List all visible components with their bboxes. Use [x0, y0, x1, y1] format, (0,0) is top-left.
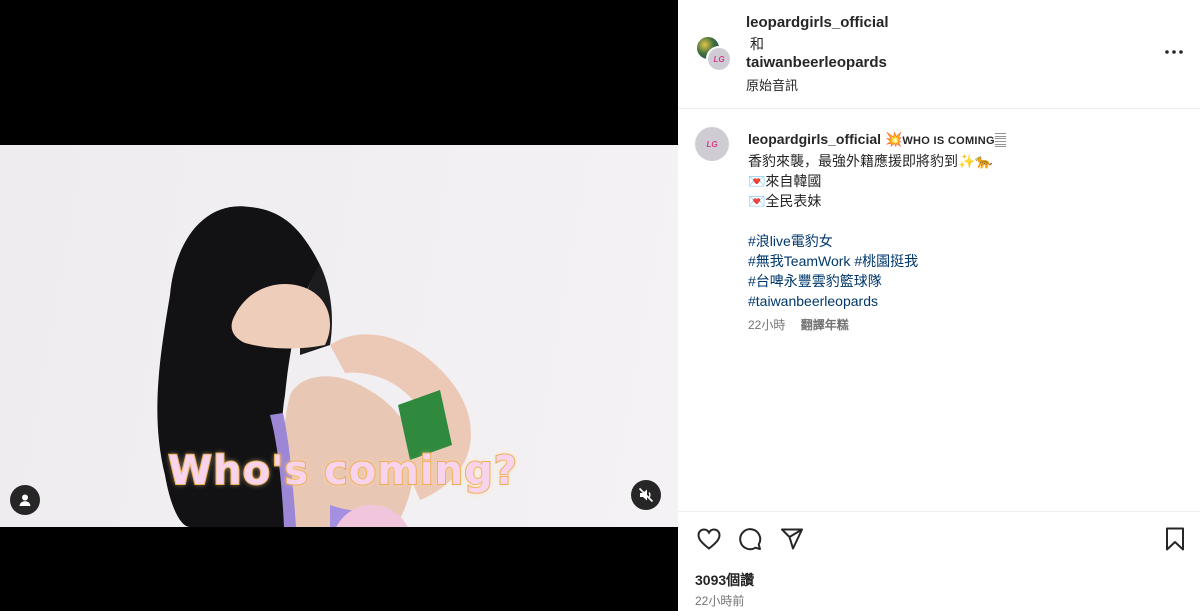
- headline-emoji: 💥: [884, 131, 903, 147]
- header-username-1[interactable]: leopardgirls_official: [746, 14, 889, 31]
- share-button[interactable]: [778, 525, 806, 553]
- post-actions: 3093個讚 22小時前: [678, 511, 1200, 611]
- header-and-text: 和: [750, 36, 764, 52]
- mute-button[interactable]: [631, 480, 661, 510]
- comment-button[interactable]: [736, 525, 764, 553]
- caption-body: leopardgirls_official 💥WHO IS COMING𝄛 香豹…: [748, 129, 1188, 335]
- heart-icon: [697, 528, 721, 550]
- caption-meta: 22小時 翻譯年糕: [748, 315, 1188, 335]
- hashtag-link[interactable]: #taiwanbeerleopards: [748, 291, 1188, 311]
- hashtag-link[interactable]: #無我TeamWork #桃園挺我: [748, 251, 1188, 271]
- avatar[interactable]: LG: [706, 46, 732, 72]
- like-button[interactable]: [695, 525, 723, 553]
- translate-link[interactable]: 翻譯年糕: [801, 318, 849, 332]
- header-username-2[interactable]: taiwanbeerleopards: [746, 54, 887, 71]
- user-icon: [19, 494, 31, 506]
- caption-line: 💌來自韓國: [748, 173, 822, 189]
- video-frame[interactable]: Who's coming?: [0, 145, 678, 527]
- tagged-users-button[interactable]: [10, 485, 40, 515]
- more-icon: [1165, 50, 1183, 54]
- save-button[interactable]: [1161, 525, 1189, 553]
- post-age: 22小時: [748, 318, 786, 332]
- avatar-logo: LG: [713, 54, 725, 64]
- caption-username[interactable]: leopardgirls_official: [748, 131, 881, 147]
- post-header: LG leopardgirls_official 和 taiwanbeerleo…: [678, 0, 1200, 109]
- headline-end-glyph: 𝄛: [994, 131, 1007, 147]
- bookmark-icon: [1166, 527, 1184, 551]
- collab-avatars[interactable]: LG: [695, 35, 735, 75]
- more-options-button[interactable]: [1162, 40, 1186, 64]
- hashtag-link[interactable]: #台啤永豐雲豹籃球隊: [748, 271, 1188, 291]
- video-player[interactable]: Who's coming?: [0, 0, 678, 611]
- muted-speaker-icon: [638, 487, 654, 503]
- comment-icon: [739, 528, 762, 551]
- hashtag-link[interactable]: #浪live電豹女: [748, 231, 1188, 251]
- avatar-logo: LG: [706, 139, 718, 149]
- likes-count[interactable]: 3093個讚: [695, 570, 754, 590]
- send-icon: [781, 528, 803, 550]
- avatar[interactable]: LG: [695, 127, 729, 161]
- caption-line: 香豹來襲，最強外籍應援即將豹到✨🐆: [748, 153, 993, 169]
- video-caption: Who's coming?: [167, 447, 518, 495]
- caption-line: 💌全民表妹: [748, 193, 822, 209]
- post-timestamp[interactable]: 22小時前: [695, 592, 744, 609]
- post-panel: LG leopardgirls_official 和 taiwanbeerleo…: [678, 0, 1200, 611]
- original-audio-link[interactable]: 原始音訊: [746, 75, 798, 94]
- caption-headline: WHO IS COMING: [902, 135, 995, 147]
